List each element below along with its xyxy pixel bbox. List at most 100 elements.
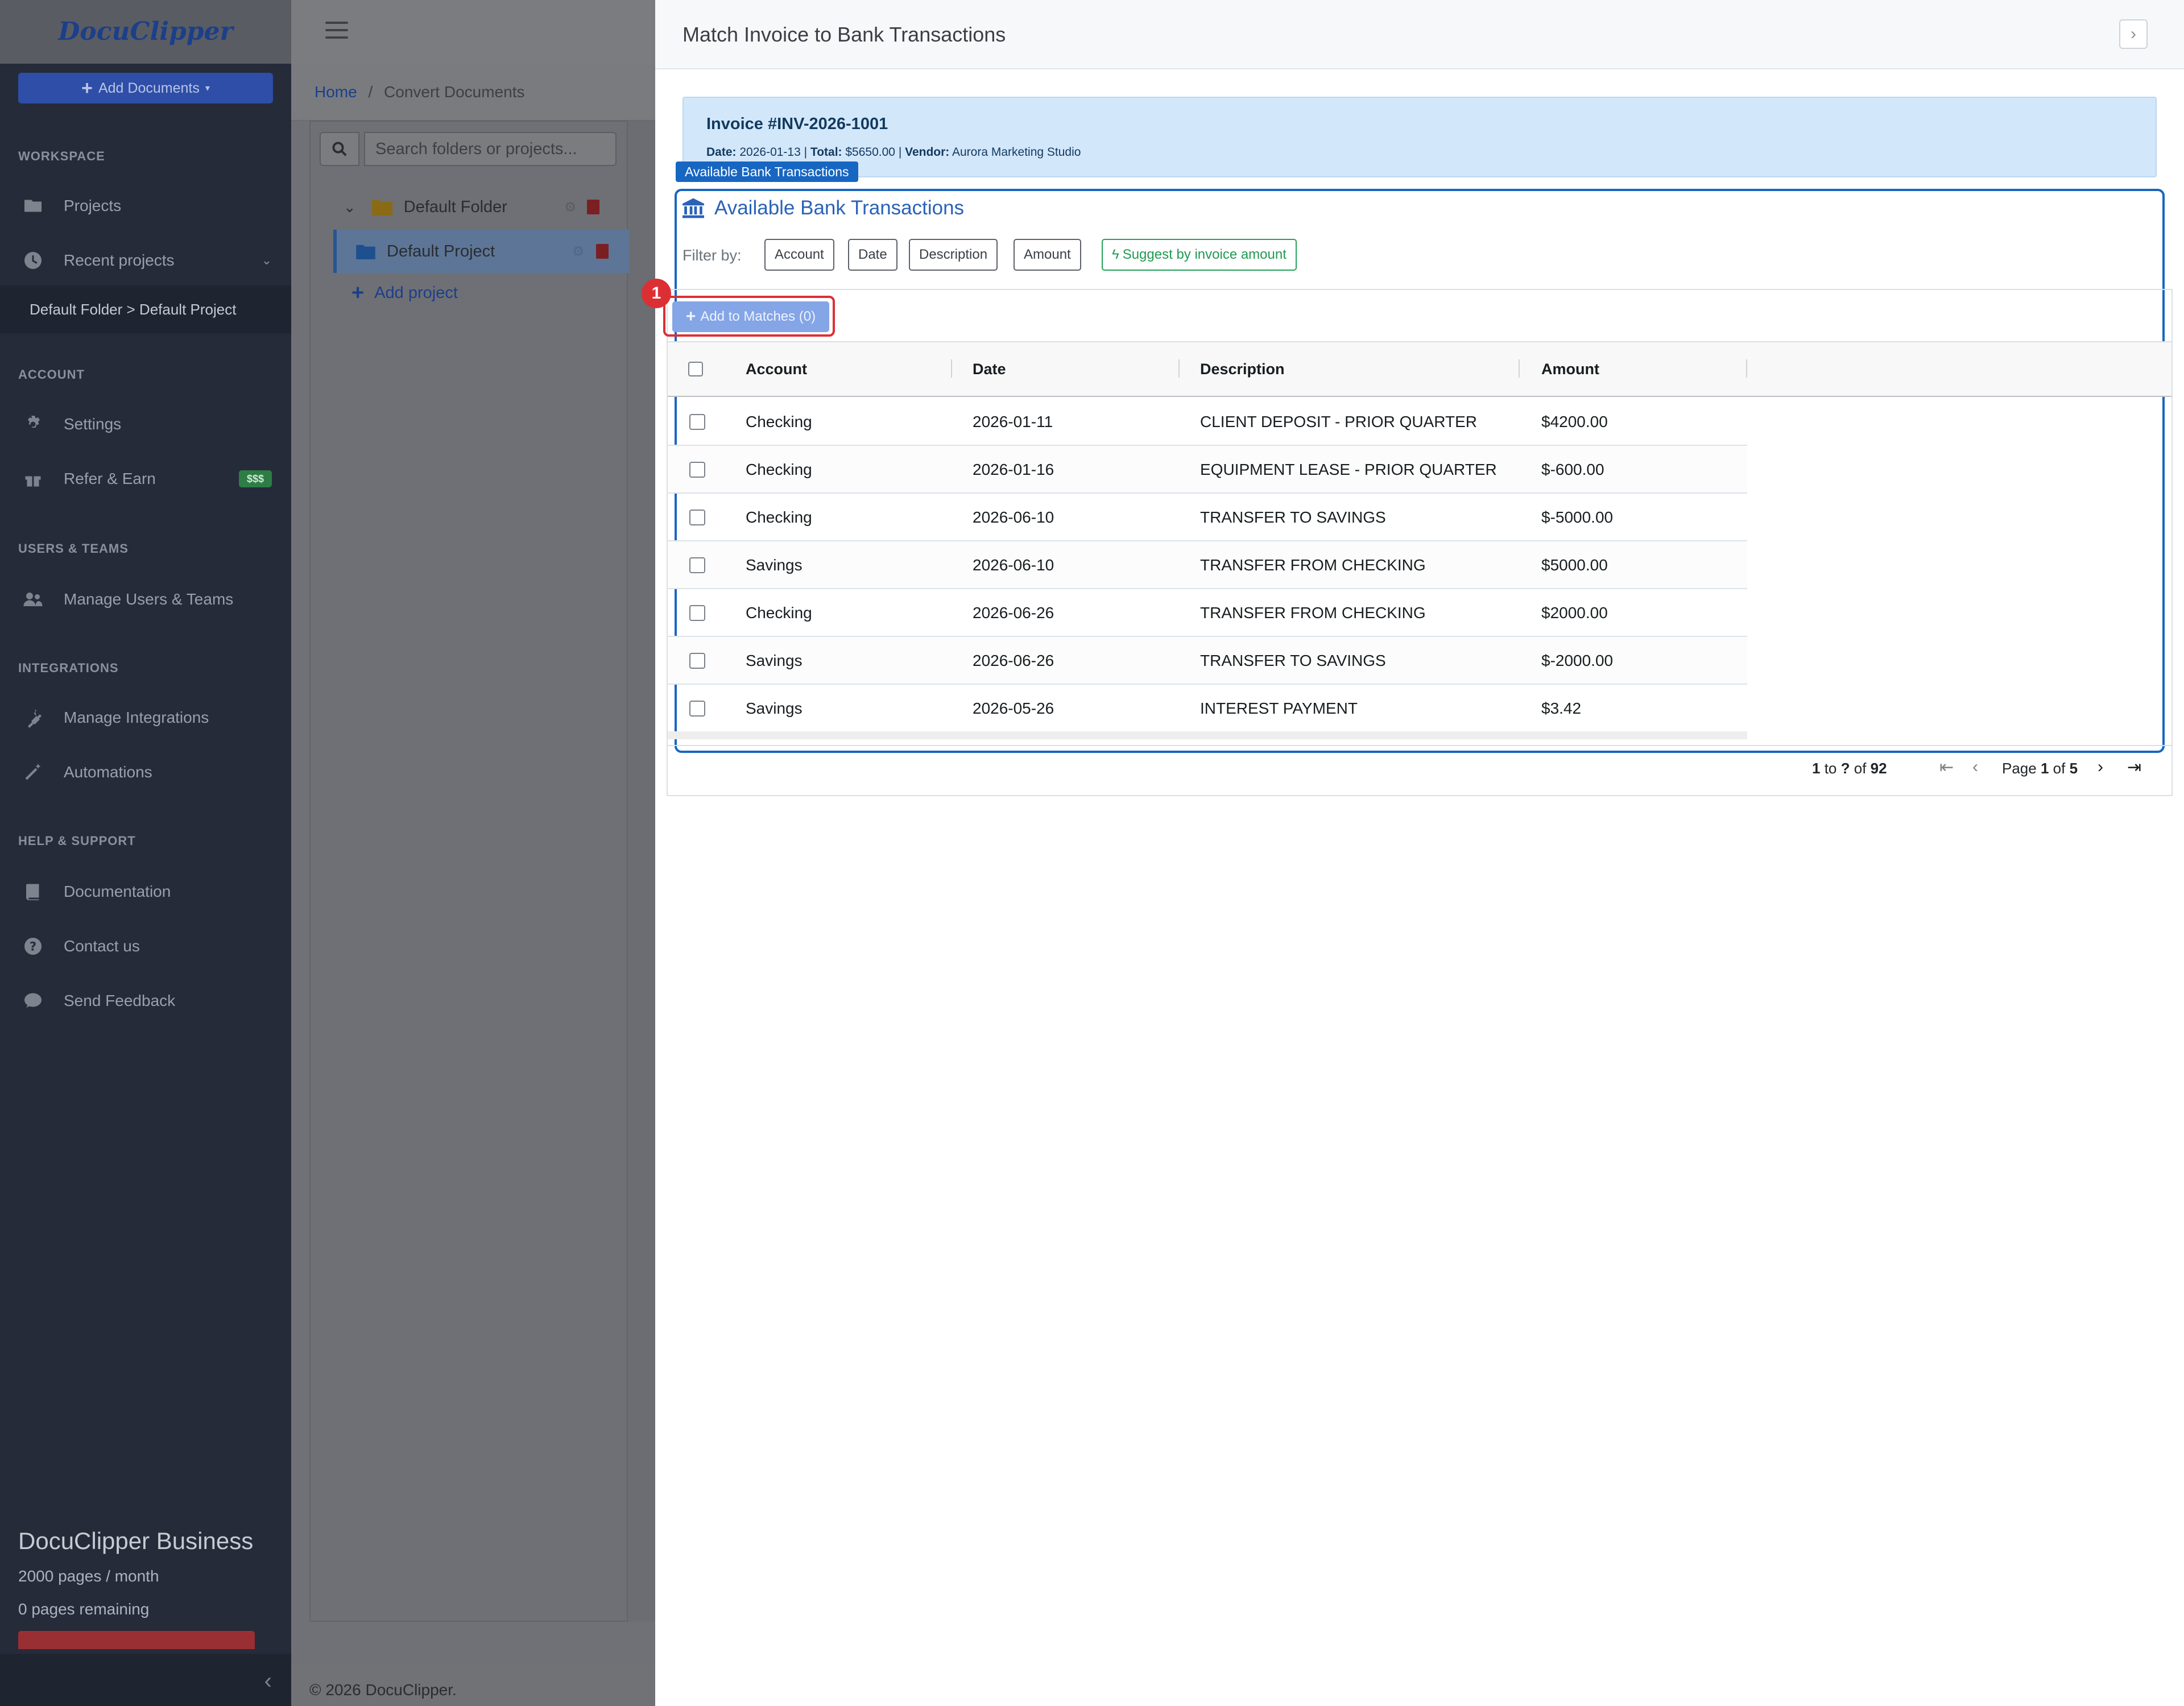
- app-logo[interactable]: DocuClipper: [0, 17, 291, 46]
- sidebar-item-manage-users[interactable]: Manage Users & Teams: [0, 577, 291, 622]
- sidebar-item-automations[interactable]: Automations: [0, 750, 291, 795]
- add-documents-button[interactable]: + Add Documents ▾: [18, 73, 273, 103]
- step-highlight: [663, 296, 835, 337]
- cell-account: Savings: [746, 699, 803, 717]
- sidebar-item-projects[interactable]: Projects: [0, 183, 291, 229]
- row-checkbox[interactable]: [689, 557, 705, 573]
- gear-icon: [22, 413, 44, 436]
- svg-text:?: ?: [30, 940, 36, 954]
- comment-icon: [22, 989, 44, 1012]
- plan-name: DocuClipper Business: [18, 1527, 254, 1554]
- chevron-left-icon[interactable]: ‹: [264, 1668, 272, 1694]
- cell-account: Savings: [746, 556, 803, 574]
- column-resize-handle[interactable]: [1178, 359, 1180, 378]
- project-tree-panel: [309, 121, 628, 1622]
- cell-account: Checking: [746, 461, 812, 478]
- cell-description: TRANSFER FROM CHECKING: [1200, 604, 1426, 622]
- row-checkbox[interactable]: [689, 605, 705, 621]
- invoice-meta: Date: 2026-01-13 | Total: $5650.00 | Ven…: [706, 146, 1081, 159]
- filter-amount-button[interactable]: Amount: [1014, 239, 1081, 271]
- first-page-icon[interactable]: ⇤: [1939, 757, 1954, 777]
- row-checkbox[interactable]: [689, 510, 705, 525]
- sidebar-item-settings[interactable]: Settings: [0, 401, 291, 447]
- cell-date: 2026-06-26: [973, 652, 1054, 669]
- folder-icon: [371, 200, 392, 216]
- column-resize-handle[interactable]: [1746, 359, 1747, 378]
- content-panel: [628, 121, 655, 1622]
- upgrade-button[interactable]: [18, 1631, 255, 1649]
- chevron-right-icon: ›: [2131, 24, 2136, 43]
- gear-icon[interactable]: ⚙: [572, 243, 585, 260]
- sidebar-item-label: Automations: [64, 763, 152, 781]
- trash-icon[interactable]: [596, 244, 609, 259]
- suggest-by-amount-button[interactable]: ϟ Suggest by invoice amount: [1102, 239, 1297, 271]
- sidebar-item-refer[interactable]: Refer & Earn $$$: [0, 456, 291, 502]
- page-word: Page: [2002, 760, 2037, 777]
- chevron-down-icon[interactable]: ⌄: [344, 198, 356, 216]
- filter-account-button[interactable]: Account: [764, 239, 834, 271]
- cell-description: TRANSFER TO SAVINGS: [1200, 652, 1386, 669]
- gear-icon[interactable]: ⚙: [564, 199, 577, 216]
- filter-description-button[interactable]: Description: [909, 239, 998, 271]
- meta-separator: |: [898, 146, 905, 159]
- search-input[interactable]: Search folders or projects...: [364, 132, 617, 166]
- caret-down-icon: ▾: [205, 84, 210, 93]
- invoice-total: $5650.00: [845, 146, 895, 159]
- cell-description: INTEREST PAYMENT: [1200, 699, 1358, 717]
- filter-label: Filter by:: [682, 247, 742, 264]
- cell-amount: $5000.00: [1541, 556, 1608, 574]
- column-resize-handle[interactable]: [951, 359, 952, 378]
- cell-description: TRANSFER TO SAVINGS: [1200, 508, 1386, 526]
- filter-date-button[interactable]: Date: [848, 239, 897, 271]
- column-header-date[interactable]: Date: [973, 361, 1006, 378]
- breadcrumb: Home / Convert Documents: [315, 83, 524, 101]
- trash-icon[interactable]: [587, 200, 599, 214]
- row-checkbox[interactable]: [689, 653, 705, 669]
- last-page-icon[interactable]: ⇥: [2127, 757, 2141, 777]
- row-checkbox[interactable]: [689, 462, 705, 478]
- tree-project[interactable]: Default Project ⚙: [333, 230, 629, 273]
- section-workspace: WORKSPACE: [18, 149, 105, 163]
- sidebar-item-feedback[interactable]: Send Feedback: [0, 978, 291, 1024]
- invoice-date: 2026-01-13: [739, 146, 801, 159]
- breadcrumb-current: Convert Documents: [384, 83, 525, 101]
- breadcrumb-separator: /: [368, 83, 373, 101]
- plan-pages: 2000 pages / month: [18, 1567, 159, 1585]
- column-header-description[interactable]: Description: [1200, 361, 1285, 378]
- invoice-vendor-label: Vendor:: [905, 146, 950, 159]
- sidebar-item-contact[interactable]: ? Contact us: [0, 924, 291, 969]
- tree-folder[interactable]: ⌄ Default Folder ⚙: [332, 185, 628, 229]
- row-from: 1: [1812, 760, 1821, 777]
- row-checkbox[interactable]: [689, 414, 705, 430]
- search-icon: [332, 142, 347, 156]
- book-icon: [22, 880, 44, 903]
- row-checkbox[interactable]: [689, 701, 705, 717]
- sidebar-item-label: Documentation: [64, 883, 171, 900]
- cell-description: EQUIPMENT LEASE - PRIOR QUARTER: [1200, 461, 1497, 478]
- previous-page-icon[interactable]: ‹: [1972, 757, 1978, 777]
- sidebar-item-manage-integrations[interactable]: Manage Integrations: [0, 695, 291, 740]
- select-all-checkbox[interactable]: [688, 362, 703, 376]
- sidebar-collapse-bar: ‹: [0, 1654, 291, 1706]
- cell-amount: $-2000.00: [1541, 652, 1614, 669]
- search-button[interactable]: [320, 132, 359, 166]
- sidebar-item-documentation[interactable]: Documentation: [0, 869, 291, 914]
- sidebar-item-recent-projects[interactable]: Recent projects ⌄: [0, 238, 291, 283]
- bolt-icon: ϟ: [1112, 247, 1119, 262]
- column-header-amount[interactable]: Amount: [1541, 361, 1599, 378]
- section-help-support: HELP & SUPPORT: [18, 834, 136, 848]
- invoice-date-label: Date:: [706, 146, 737, 159]
- hamburger-menu-icon[interactable]: [325, 22, 348, 39]
- cell-account: Checking: [746, 508, 812, 526]
- next-page-icon[interactable]: ›: [2098, 757, 2103, 777]
- add-project-link[interactable]: + Add project: [351, 281, 458, 305]
- recent-project-link[interactable]: Default Folder > Default Project: [0, 285, 291, 333]
- drawer-close-button[interactable]: ›: [2119, 19, 2148, 49]
- drawer-title: Match Invoice to Bank Transactions: [682, 23, 1006, 46]
- breadcrumb-home[interactable]: Home: [315, 83, 357, 101]
- horizontal-scrollbar[interactable]: [668, 731, 1747, 739]
- column-resize-handle[interactable]: [1519, 359, 1520, 378]
- cell-date: 2026-06-10: [973, 508, 1054, 526]
- column-header-account[interactable]: Account: [746, 361, 807, 378]
- sidebar-item-label: Manage Users & Teams: [64, 590, 234, 608]
